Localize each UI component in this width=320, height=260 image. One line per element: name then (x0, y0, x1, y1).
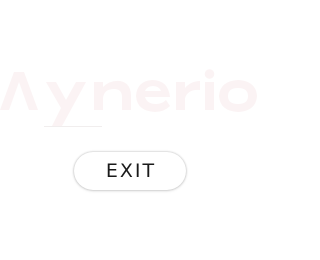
exit-button-label: EXIT (105, 159, 157, 182)
exit-button[interactable]: EXIT (74, 152, 186, 190)
brand-logo (0, 60, 260, 130)
app-screen: EXIT (0, 0, 260, 260)
